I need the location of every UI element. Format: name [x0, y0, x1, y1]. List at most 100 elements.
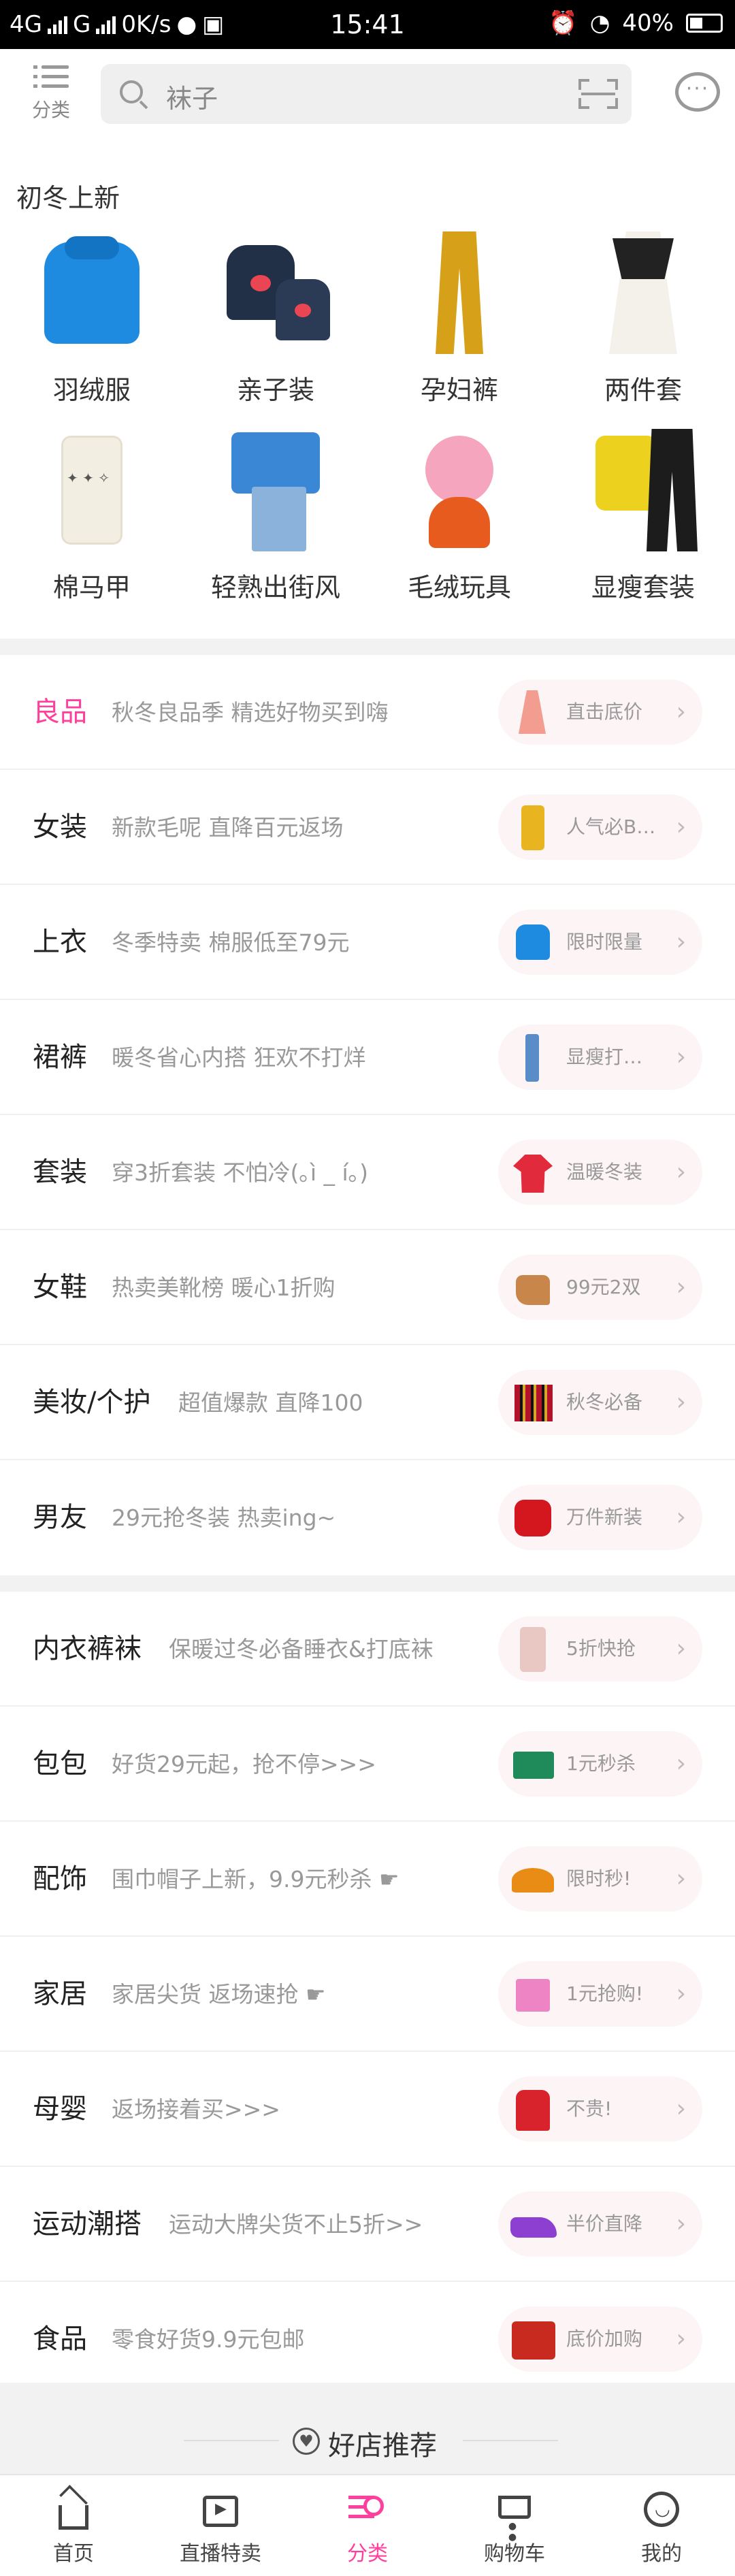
- category-desc: 家居尖货 返场速抢 ☛: [112, 1981, 326, 2008]
- promo-pill[interactable]: 限时秒! ›: [498, 1846, 702, 1912]
- category-name: 女鞋: [33, 1272, 87, 1303]
- top-header: 分类 袜子: [0, 49, 735, 140]
- category-desc: 超值爆款 直降100: [178, 1389, 363, 1416]
- hoodie-icon: [214, 231, 337, 354]
- list-icon: [33, 65, 69, 93]
- message-icon[interactable]: [675, 72, 720, 112]
- category-name: 母婴: [33, 2093, 87, 2125]
- promo-pill[interactable]: 不贵! ›: [498, 2076, 702, 2142]
- promo-pill[interactable]: 1元秒杀 ›: [498, 1731, 702, 1797]
- promo-pill[interactable]: 半价直降 ›: [498, 2191, 702, 2257]
- promo-tag: 1元抢购!: [566, 1982, 644, 2005]
- category-row-accessories[interactable]: 配饰 围巾帽子上新，9.9元秒杀 ☛ 限时秒! ›: [0, 1822, 735, 1937]
- grid-item-two-piece[interactable]: 两件套: [551, 231, 735, 429]
- promo-pill[interactable]: 底价加购 ›: [498, 2306, 702, 2372]
- category-row-beauty[interactable]: 美妆/个护 超值爆款 直降100 秋冬必备 ›: [0, 1345, 735, 1460]
- nav-home[interactable]: 首页: [0, 2475, 147, 2576]
- category-row-baby[interactable]: 母婴 返场接着买>>> 不贵! ›: [0, 2052, 735, 2167]
- status-bar: 4G G 0K/s ● ▣ 15:41 ⏰ ◔ 40%: [0, 0, 735, 49]
- promo-tag: 秋冬必备: [566, 1391, 643, 1413]
- nav-profile[interactable]: 我的: [588, 2475, 735, 2576]
- sneaker-icon: [508, 2200, 557, 2249]
- nav-cart[interactable]: 购物车: [441, 2475, 588, 2576]
- grid-item-slim-set[interactable]: 显瘦套装: [551, 429, 735, 626]
- grid-item-plush-toy[interactable]: 毛绒玩具: [368, 429, 551, 626]
- chevron-right-icon: ›: [676, 2095, 686, 2123]
- promo-pill[interactable]: 99元2双 ›: [498, 1255, 702, 1320]
- battery-percent: 40%: [622, 10, 674, 37]
- promo-pill[interactable]: 温暖冬装 ›: [498, 1140, 702, 1205]
- category-desc: 冬季特卖 棉服低至79元: [112, 929, 350, 956]
- hat-icon: [508, 1854, 557, 1903]
- category-row-underwear[interactable]: 内衣裤袜 保暖过冬必备睡衣&打底袜 5折快抢 ›: [0, 1592, 735, 1707]
- promo-pill[interactable]: 人气必B… ›: [498, 794, 702, 860]
- search-input[interactable]: 袜子: [101, 64, 632, 124]
- coat-icon: [508, 803, 557, 852]
- promo-tag: 人气必B…: [566, 816, 655, 838]
- profile-icon: [640, 2488, 683, 2531]
- battery-icon: [686, 14, 723, 33]
- grid-item-label: 两件套: [604, 375, 682, 405]
- category-row-tops[interactable]: 上衣 冬季特卖 棉服低至79元 限时限量 ›: [0, 885, 735, 1000]
- category-desc: 围巾帽子上新，9.9元秒杀 ☛: [112, 1866, 399, 1893]
- grid-item-down-jacket[interactable]: 羽绒服: [0, 231, 184, 429]
- pajama-icon: [508, 1624, 557, 1673]
- promo-pill[interactable]: 万件新装 ›: [498, 1485, 702, 1550]
- grid-item-label: 亲子装: [236, 375, 314, 405]
- promo-pill[interactable]: 限时限量 ›: [498, 909, 702, 975]
- home-icon: [52, 2485, 95, 2531]
- promo-pill[interactable]: 直击底价 ›: [498, 679, 702, 745]
- category-desc: 暖冬省心内搭 狂欢不打烊: [112, 1044, 366, 1071]
- nav-live[interactable]: 直播特卖: [147, 2475, 294, 2576]
- chevron-right-icon: ›: [676, 1980, 686, 2008]
- divider-line: [184, 2440, 279, 2441]
- system-status: ⏰ ◔ 40%: [549, 10, 723, 37]
- category-menu-button[interactable]: 分类: [20, 65, 82, 123]
- grid-item-street-style[interactable]: 轻熟出街风: [184, 429, 368, 626]
- category-row-sets[interactable]: 套装 穿3折套装 不怕冷(｡ì _ í｡) 温暖冬装 ›: [0, 1115, 735, 1230]
- category-row-shoes[interactable]: 女鞋 热卖美靴榜 暖心1折购 99元2双 ›: [0, 1230, 735, 1345]
- category-desc: 返场接着买>>>: [112, 2096, 280, 2123]
- recommended-shops-header: ♥ 好店推荐: [0, 2383, 735, 2474]
- grid-item-parent-child[interactable]: 亲子装: [184, 231, 368, 429]
- chevron-right-icon: ›: [676, 1158, 686, 1186]
- bottom-nav: 首页 直播特卖 分类 购物车 我的: [0, 2474, 735, 2576]
- category-row-womens[interactable]: 女装 新款毛呢 直降百元返场 人气必B… ›: [0, 770, 735, 885]
- category-row-bags[interactable]: 包包 好货29元起，抢不停>>> 1元秒杀 ›: [0, 1707, 735, 1822]
- snack-icon: [508, 2315, 557, 2364]
- category-desc: 秋冬良品季 精选好物买到嗨: [112, 699, 389, 726]
- promo-pill[interactable]: 秋冬必备 ›: [498, 1370, 702, 1435]
- promo-pill[interactable]: 1元抢购! ›: [498, 1961, 702, 2027]
- search-icon: [120, 80, 143, 103]
- category-row-home[interactable]: 家居 家居尖货 返场速抢 ☛ 1元抢购! ›: [0, 1937, 735, 2052]
- category-row-boyfriend[interactable]: 男友 29元抢冬装 热卖ing~ 万件新装 ›: [0, 1460, 735, 1575]
- jacket-icon: [508, 918, 557, 967]
- chevron-right-icon: ›: [676, 1043, 686, 1071]
- top-icon: [508, 1148, 557, 1197]
- category-row-skirts-pants[interactable]: 裙裤 暖冬省心内搭 狂欢不打烊 显瘦打… ›: [0, 1000, 735, 1115]
- section-divider: [0, 639, 735, 655]
- storage-box-icon: [508, 1969, 557, 2018]
- category-row-liangpin[interactable]: 良品 秋冬良品季 精选好物买到嗨 直击底价 ›: [0, 655, 735, 770]
- grid-item-cotton-vest[interactable]: 棉马甲: [0, 429, 184, 626]
- chevron-right-icon: ›: [676, 1503, 686, 1531]
- scan-icon[interactable]: [578, 79, 618, 109]
- wifi-icon: ◔: [589, 10, 610, 37]
- down-jacket-icon: [31, 231, 153, 354]
- kid-jacket-icon: [508, 2084, 557, 2134]
- promo-pill[interactable]: 5折快抢 ›: [498, 1616, 702, 1681]
- category-desc: 保暖过冬必备睡衣&打底袜: [169, 1636, 434, 1662]
- promo-tag: 底价加购: [566, 2328, 643, 2350]
- promo-tag: 限时限量: [566, 931, 643, 953]
- bag-icon: [508, 1739, 557, 1788]
- category-name: 男友: [33, 1502, 87, 1533]
- promo-pill[interactable]: 显瘦打… ›: [498, 1025, 702, 1090]
- category-row-food[interactable]: 食品 零食好货9.9元包邮 底价加购 ›: [0, 2282, 735, 2397]
- promo-tag: 1元秒杀: [566, 1752, 636, 1775]
- category-desc: 好货29元起，抢不停>>>: [112, 1751, 376, 1777]
- section-title-new-arrivals: 初冬上新: [16, 183, 120, 213]
- category-row-sports[interactable]: 运动潮搭 运动大牌尖货不止5折>> 半价直降 ›: [0, 2167, 735, 2282]
- nav-label: 分类: [347, 2542, 388, 2566]
- grid-item-maternity-pants[interactable]: 孕妇裤: [368, 231, 551, 429]
- nav-category[interactable]: 分类: [294, 2475, 441, 2576]
